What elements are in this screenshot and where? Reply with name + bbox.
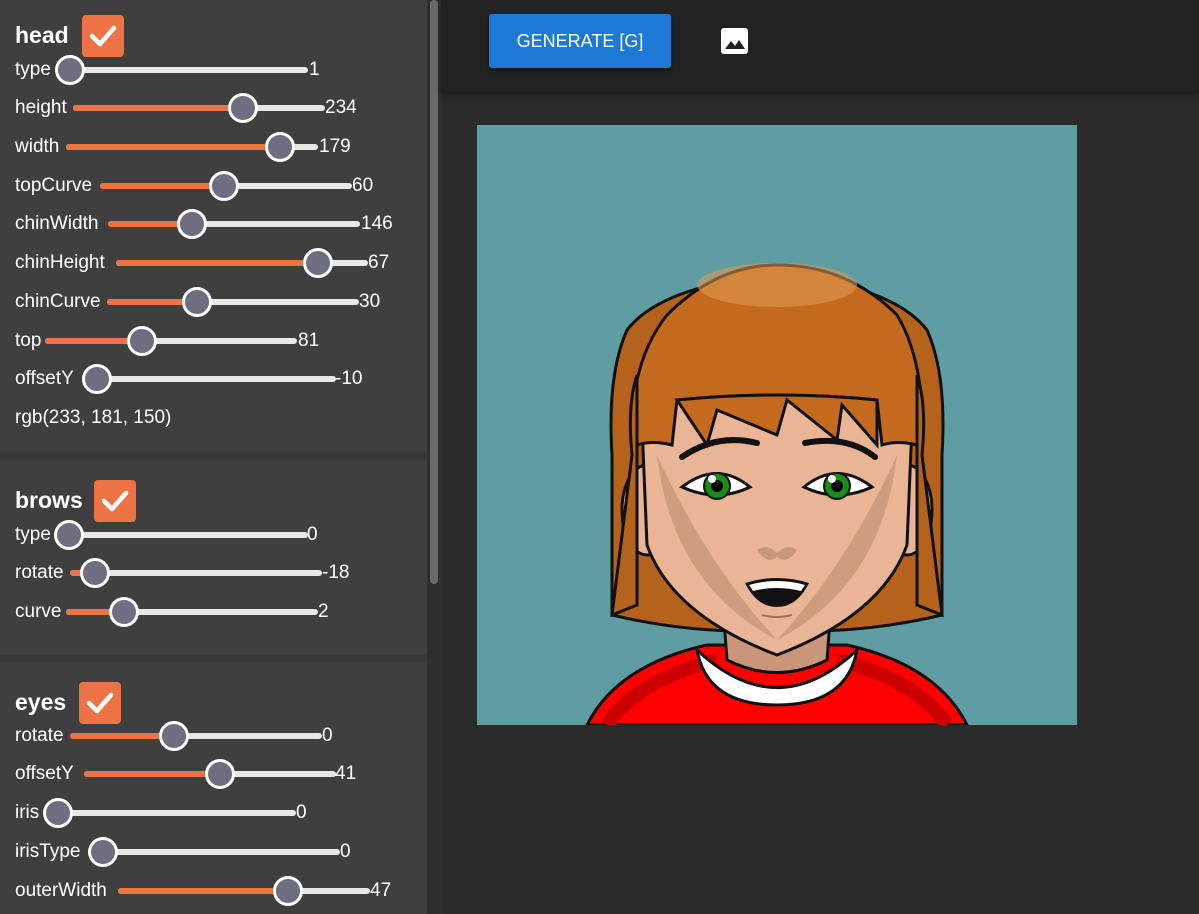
generate-button[interactable]: GENERATE [G] [489, 14, 671, 68]
checkmark-icon [89, 25, 117, 47]
slider-value: 47 [370, 880, 392, 901]
slider-value: 67 [368, 252, 390, 273]
group-divider [0, 655, 427, 663]
slider-value: -18 [322, 562, 350, 583]
head-enabled-checkbox[interactable] [82, 15, 124, 57]
head-slider-top[interactable]: top 81 [0, 326, 427, 356]
slider-value: -10 [335, 368, 363, 389]
eyes-slider-rotate[interactable]: rotate 0 [0, 721, 427, 751]
head-group-title: head [15, 22, 69, 48]
image-icon[interactable] [720, 27, 749, 55]
slider-value: 60 [352, 175, 374, 196]
slider-thumb[interactable] [303, 248, 333, 278]
slider-fill [100, 183, 224, 189]
slider-label: chinHeight [15, 252, 105, 273]
slider-value: 0 [307, 524, 318, 545]
checkmark-icon [101, 490, 129, 512]
slider-label: outerWidth [15, 880, 107, 901]
slider-label: height [15, 97, 67, 118]
slider-label: curve [15, 601, 62, 622]
slider-value: 30 [359, 291, 381, 312]
slider-value: 2 [318, 601, 329, 622]
slider-label: irisType [15, 841, 81, 862]
brows-slider-curve[interactable]: curve 2 [0, 597, 427, 627]
slider-value: 0 [296, 802, 307, 823]
eyes-enabled-checkbox[interactable] [79, 682, 121, 724]
slider-thumb[interactable] [209, 171, 239, 201]
slider-label: offsetY [15, 763, 74, 784]
avatar-canvas [477, 125, 1077, 725]
slider-value: 0 [340, 841, 351, 862]
group-divider [0, 452, 427, 460]
slider-label: topCurve [15, 175, 93, 196]
slider-label: chinWidth [15, 213, 99, 234]
slider-thumb[interactable] [43, 798, 73, 828]
eyes-slider-irisType[interactable]: irisType 0 [0, 837, 427, 867]
slider-track[interactable] [88, 849, 340, 855]
slider-thumb[interactable] [159, 721, 189, 751]
brows-group-title: brows [15, 487, 83, 513]
slider-fill [66, 144, 280, 150]
slider-label: chinCurve [15, 291, 101, 312]
slider-track[interactable] [44, 810, 296, 816]
brows-slider-rotate[interactable]: rotate -18 [0, 558, 427, 588]
slider-value: 41 [335, 763, 357, 784]
slider-label: rotate [15, 725, 64, 746]
slider-track[interactable] [58, 532, 308, 538]
head-slider-chinWidth[interactable]: chinWidth 146 [0, 209, 427, 239]
slider-track[interactable] [84, 376, 336, 382]
slider-fill [116, 260, 318, 266]
slider-value: 146 [361, 213, 393, 234]
slider-thumb[interactable] [228, 93, 258, 123]
brows-enabled-checkbox[interactable] [94, 480, 136, 522]
head-color-value[interactable]: rgb(233, 181, 150) [15, 407, 171, 429]
checkmark-icon [86, 692, 114, 714]
eyes-slider-iris[interactable]: iris 0 [0, 798, 427, 828]
slider-value: 1 [309, 59, 320, 80]
slider-thumb[interactable] [55, 55, 85, 85]
slider-thumb[interactable] [80, 558, 110, 588]
slider-thumb[interactable] [205, 759, 235, 789]
head-slider-height[interactable]: height 234 [0, 93, 427, 123]
slider-thumb[interactable] [273, 876, 303, 906]
slider-label: top [15, 330, 42, 351]
slider-thumb[interactable] [109, 597, 139, 627]
avatar-illustration [585, 263, 969, 725]
head-slider-chinCurve[interactable]: chinCurve 30 [0, 287, 427, 317]
slider-label: iris [15, 802, 40, 823]
controls-sidebar: head type 1 height 234 width 179 topCurv… [0, 0, 427, 914]
eyes-slider-outerWidth[interactable]: outerWidth 47 [0, 876, 427, 906]
slider-value: 81 [298, 330, 320, 351]
slider-thumb[interactable] [54, 520, 84, 550]
slider-thumb[interactable] [127, 326, 157, 356]
slider-thumb[interactable] [182, 287, 212, 317]
slider-thumb[interactable] [82, 364, 112, 394]
eyes-group-title: eyes [15, 689, 67, 715]
eyes-slider-offsetY[interactable]: offsetY 41 [0, 759, 427, 789]
slider-thumb[interactable] [265, 132, 295, 162]
head-slider-type[interactable]: type 1 [0, 55, 427, 85]
brows-slider-type[interactable]: type 0 [0, 520, 427, 550]
slider-fill [118, 888, 288, 894]
head-slider-offsetY[interactable]: offsetY -10 [0, 364, 427, 394]
slider-label: type [15, 524, 51, 545]
head-slider-width[interactable]: width 179 [0, 132, 427, 162]
slider-fill [73, 105, 243, 111]
slider-label: rotate [15, 562, 64, 583]
slider-value: 234 [325, 97, 357, 118]
slider-track[interactable] [62, 67, 308, 73]
head-slider-chinHeight[interactable]: chinHeight 67 [0, 248, 427, 278]
slider-thumb[interactable] [177, 209, 207, 239]
slider-label: type [15, 59, 51, 80]
slider-thumb[interactable] [88, 837, 118, 867]
slider-label: width [15, 136, 60, 157]
slider-fill [84, 771, 220, 777]
slider-value: 179 [319, 136, 351, 157]
head-slider-topCurve[interactable]: topCurve 60 [0, 171, 427, 201]
sidebar-scrollbar-thumb[interactable] [430, 0, 438, 584]
slider-label: offsetY [15, 368, 74, 389]
slider-value: 0 [322, 725, 333, 746]
